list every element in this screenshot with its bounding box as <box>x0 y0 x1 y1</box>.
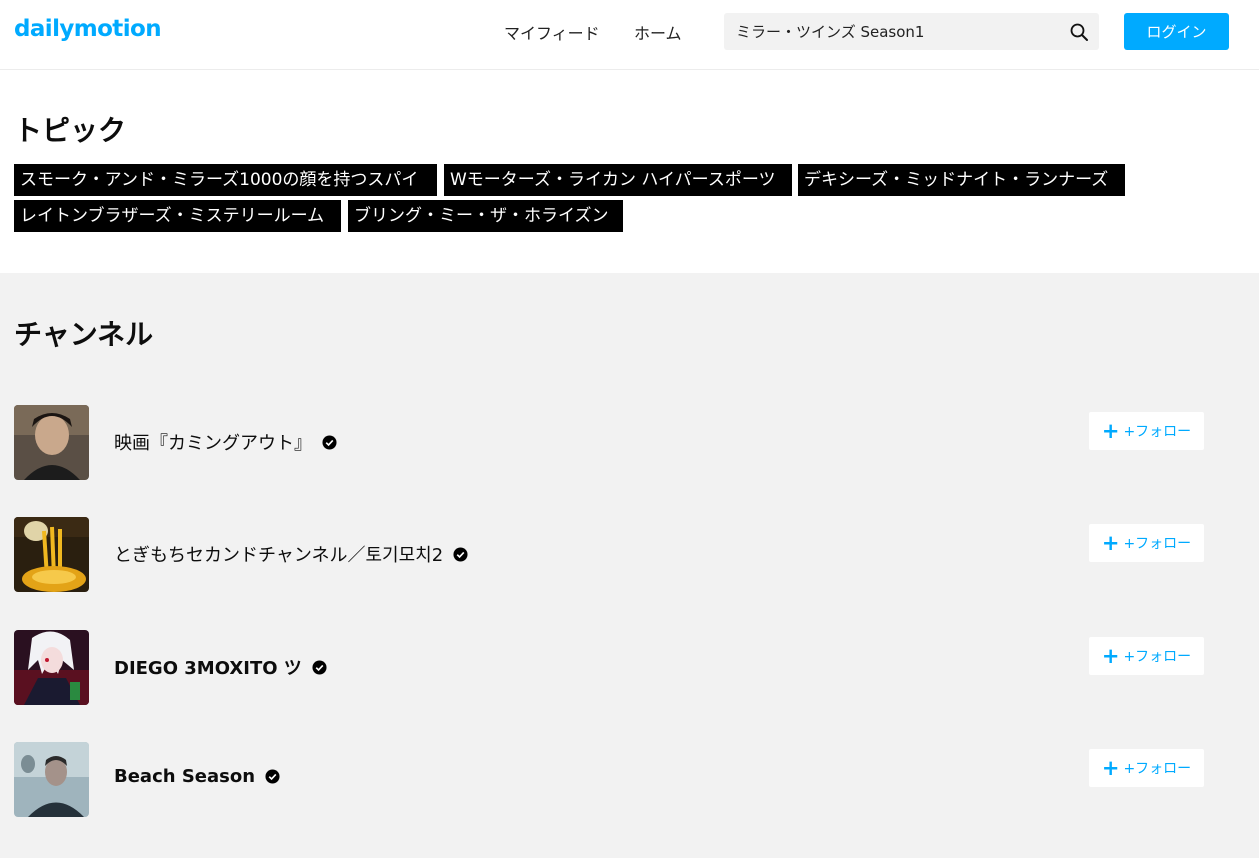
search-input[interactable] <box>736 13 1056 50</box>
follow-label: +フォロー <box>1123 761 1192 777</box>
topics-section: トピック スモーク・アンド・ミラーズ1000の顔を持つスパイ Wモーターズ・ライ… <box>0 71 1259 273</box>
verified-check-icon <box>322 434 337 450</box>
channel-row: 映画『カミングアウト』 + +フォロー <box>14 405 1204 480</box>
follow-button[interactable]: + +フォロー <box>1089 637 1204 675</box>
channel-avatar[interactable] <box>14 405 89 480</box>
plus-icon: + <box>1101 418 1120 443</box>
channel-name: Beach Season <box>114 766 256 787</box>
channel-avatar[interactable] <box>14 630 89 705</box>
verified-check-icon <box>453 546 468 562</box>
topic-tag[interactable]: ブリング・ミー・ザ・ホライズン <box>348 200 623 232</box>
channel-row: とぎもちセカンドチャンネル／토기모치2 + +フォロー <box>14 517 1204 592</box>
plus-icon: + <box>1101 755 1120 780</box>
channel-name: DIEGO 3MOXITO ツ <box>114 658 302 679</box>
follow-button[interactable]: + +フォロー <box>1089 412 1204 450</box>
plus-icon: + <box>1101 643 1120 668</box>
channel-avatar[interactable] <box>14 742 89 817</box>
channel-name: とぎもちセカンドチャンネル／토기모치2 <box>114 545 444 566</box>
follow-label: +フォロー <box>1123 424 1192 440</box>
login-button[interactable]: ログイン <box>1124 13 1229 50</box>
verified-check-icon <box>312 659 327 675</box>
follow-button[interactable]: + +フォロー <box>1089 524 1204 562</box>
nav-my-feed[interactable]: マイフィード <box>504 20 600 44</box>
channel-name-link[interactable]: DIEGO 3MOXITO ツ <box>114 654 327 680</box>
channel-avatar[interactable] <box>14 517 89 592</box>
topic-tag[interactable]: レイトンブラザーズ・ミステリールーム <box>14 200 341 232</box>
topic-tag[interactable]: スモーク・アンド・ミラーズ1000の顔を持つスパイ <box>14 164 437 196</box>
dailymotion-logo[interactable]: dailymotion <box>14 16 162 42</box>
search-icon[interactable] <box>1069 22 1089 42</box>
channel-name-link[interactable]: とぎもちセカンドチャンネル／토기모치2 <box>114 541 468 567</box>
plus-icon: + <box>1101 530 1120 555</box>
nav-home[interactable]: ホーム <box>634 20 682 44</box>
channel-row: DIEGO 3MOXITO ツ + +フォロー <box>14 630 1204 705</box>
channels-heading: チャンネル <box>14 318 154 351</box>
top-header: dailymotion マイフィード ホーム ログイン <box>0 0 1259 70</box>
channel-name-link[interactable]: 映画『カミングアウト』 <box>114 429 337 455</box>
channel-name-link[interactable]: Beach Season <box>114 766 280 787</box>
follow-button[interactable]: + +フォロー <box>1089 749 1204 787</box>
topic-tag[interactable]: デキシーズ・ミッドナイト・ランナーズ <box>798 164 1125 196</box>
channel-row: Beach Season + +フォロー <box>14 742 1204 817</box>
channel-name: 映画『カミングアウト』 <box>114 433 312 454</box>
follow-label: +フォロー <box>1123 536 1192 552</box>
topics-heading: トピック <box>14 114 127 147</box>
follow-label: +フォロー <box>1123 649 1192 665</box>
verified-check-icon <box>265 769 280 784</box>
topic-tag[interactable]: Wモーターズ・ライカン ハイパースポーツ <box>444 164 792 196</box>
channels-section: チャンネル 映画『カミングアウト』 + +フォロー とぎもちセカンドチャンネル／… <box>0 273 1259 858</box>
search-box <box>724 13 1099 50</box>
